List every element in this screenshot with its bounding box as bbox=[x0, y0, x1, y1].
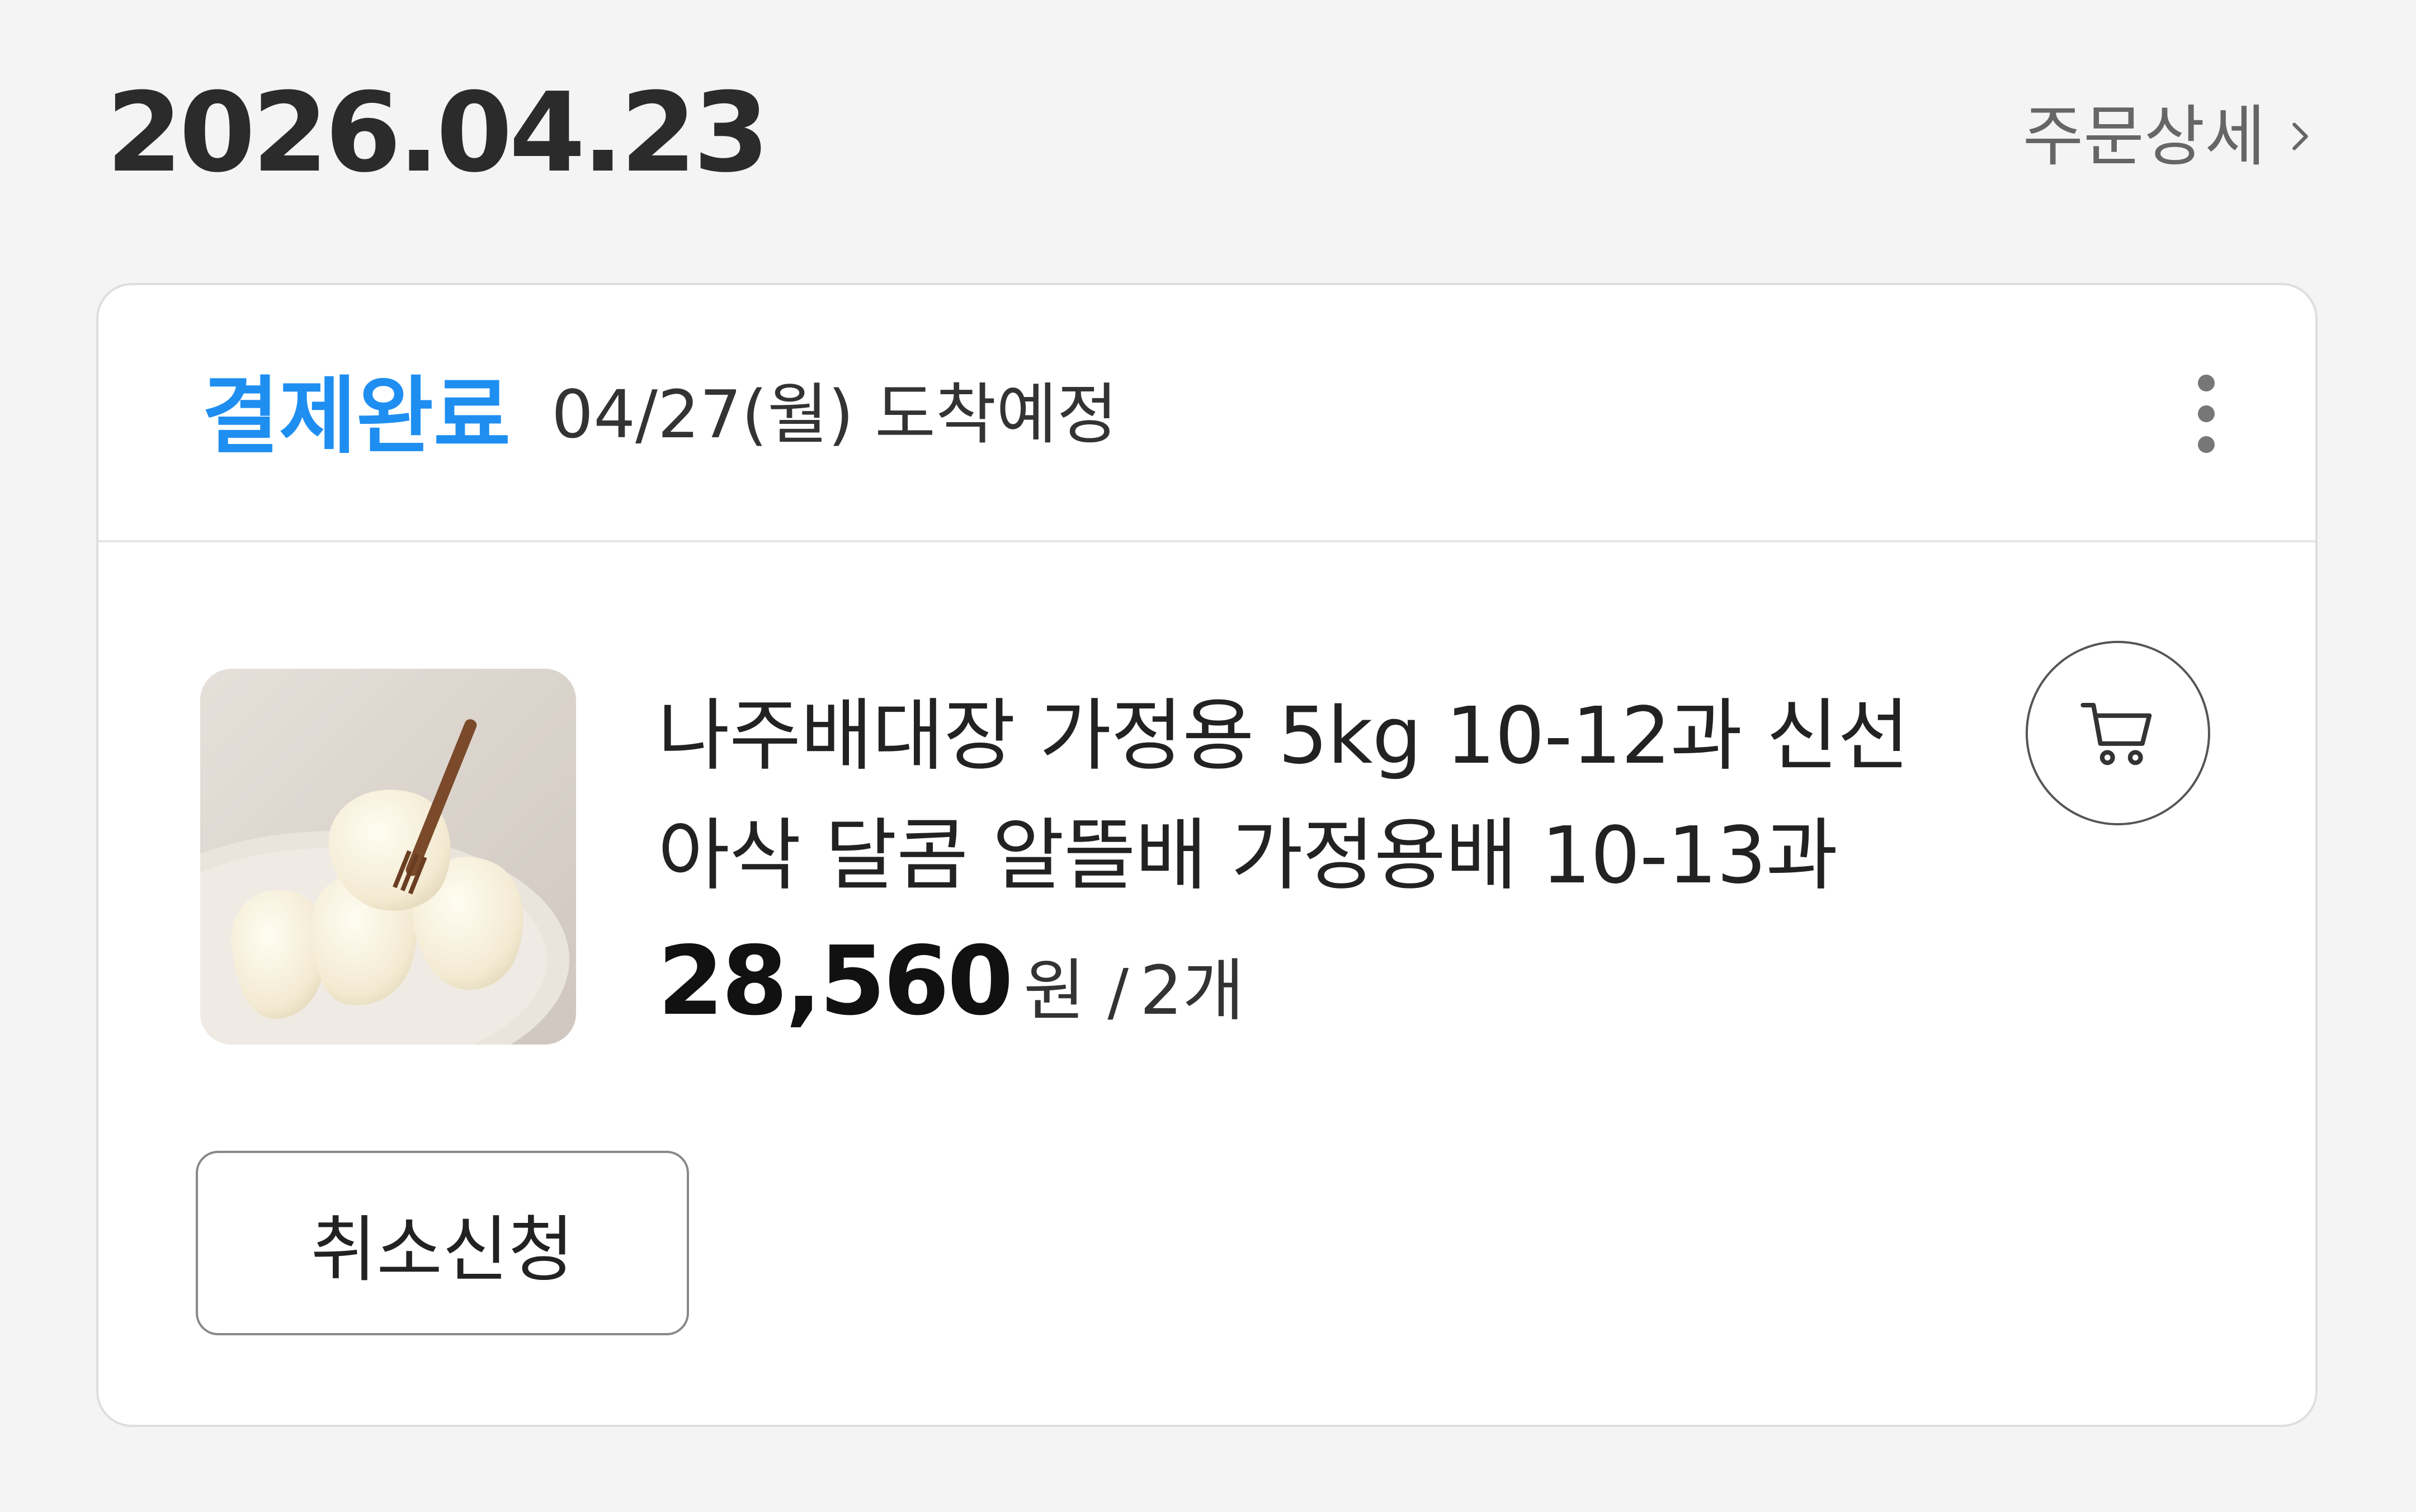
order-detail-label: 주문상세 bbox=[2022, 98, 2266, 175]
product-name-line-1: 나주배대장 가정용 5kg 10-12과 신선 bbox=[658, 691, 1910, 782]
add-to-cart-button[interactable] bbox=[2026, 641, 2210, 825]
order-card-header: 결제완료 04/27(월) 도착예정 bbox=[98, 285, 2315, 542]
quantity-separator: / bbox=[1107, 956, 1129, 1029]
product-quantity: 2개 bbox=[1140, 952, 1244, 1030]
cancel-request-button[interactable]: 취소신청 bbox=[196, 1151, 689, 1335]
product-name-line-2: 아삭 달콤 알뜰배 가정용배 10-13과 bbox=[658, 810, 1838, 901]
more-vertical-icon-dot bbox=[2198, 436, 2215, 453]
order-status: 결제완료 bbox=[202, 368, 511, 465]
product-name[interactable]: 나주배대장 가정용 5kg 10-12과 신선 아삭 달콤 알뜰배 가정용배 1… bbox=[658, 677, 1972, 916]
product-thumbnail[interactable] bbox=[200, 669, 576, 1045]
pear-slices-image bbox=[200, 669, 576, 1045]
more-vertical-icon-dot bbox=[2198, 405, 2215, 422]
order-date: 2026.04.23 bbox=[106, 69, 770, 197]
more-vertical-icon bbox=[2198, 375, 2215, 391]
product-price: 28,560 bbox=[658, 926, 1013, 1037]
order-card: 결제완료 04/27(월) 도착예정 나주배대장 가정용 5kg 10-12과 … bbox=[96, 283, 2318, 1427]
price-row: 28,560 원 / 2개 bbox=[658, 934, 1244, 1029]
more-options-button[interactable] bbox=[2181, 363, 2231, 464]
delivery-eta: 04/27(월) 도착예정 bbox=[551, 376, 1118, 453]
order-detail-link[interactable]: 주문상세 bbox=[2023, 103, 2318, 169]
shopping-cart-icon bbox=[2080, 702, 2152, 766]
price-currency: 원 bbox=[1023, 952, 1086, 1030]
chevron-right-icon bbox=[2292, 122, 2308, 150]
